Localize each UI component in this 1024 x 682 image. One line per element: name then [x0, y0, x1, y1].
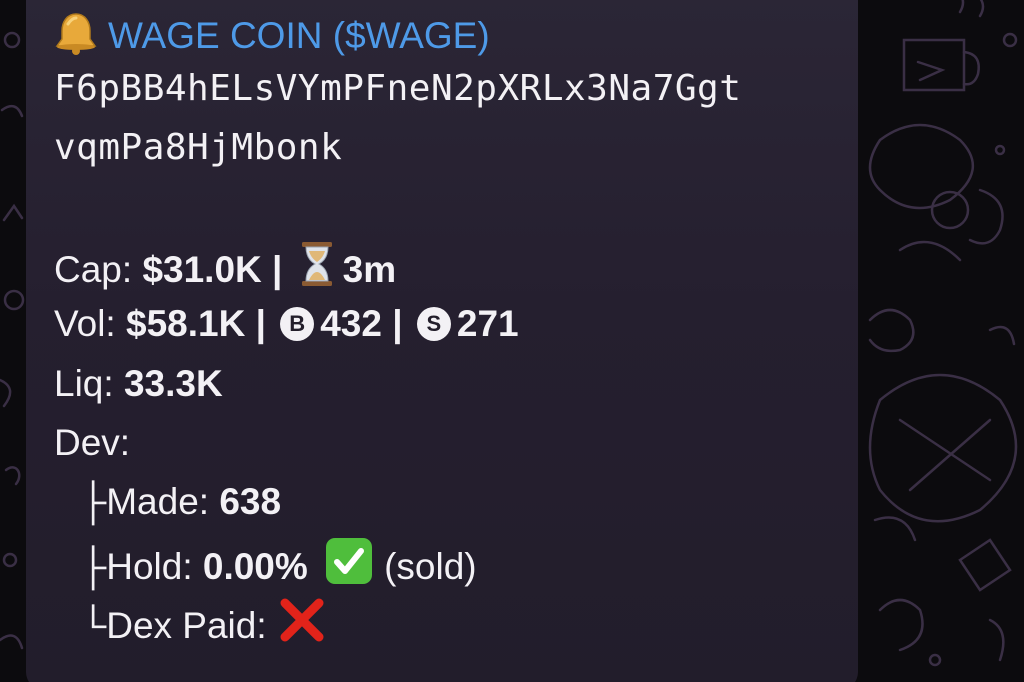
market-cap-row: Cap: $31.0K | 3m — [54, 241, 397, 300]
tree-branch: ├ — [80, 481, 107, 522]
dex-paid-label: Dex Paid: — [106, 604, 277, 646]
hold-note: (sold) — [384, 545, 477, 587]
made-value: 638 — [219, 481, 282, 522]
made-label: Made: — [106, 481, 220, 522]
tree-corner: └ — [80, 604, 107, 646]
cap-label: Cap: — [54, 248, 143, 290]
liquidity-row: Liq: 33.3K — [54, 362, 223, 406]
check-mark-icon — [324, 536, 374, 596]
buy-circle-icon: B — [280, 307, 315, 342]
chat-screen: WAGE COIN ($WAGE) F6pBB4hELsVYmPFneN2pXR… — [0, 0, 1024, 682]
volume-row: Vol: $58.1K | B 432 | S 271 — [54, 302, 519, 346]
hold-label: Hold: — [106, 545, 203, 587]
hourglass-icon — [299, 241, 335, 297]
sell-circle-icon: S — [416, 307, 451, 342]
liq-value: 33.3K — [123, 363, 223, 404]
token-title-link[interactable]: WAGE COIN ($WAGE) — [108, 15, 490, 56]
sell-count: 271 — [456, 303, 519, 344]
tree-branch: ├ — [80, 545, 107, 587]
cross-mark-icon — [277, 595, 327, 655]
token-age: 3m — [342, 248, 397, 290]
contract-address-line-1[interactable]: F6pBB4hELsVYmPFneN2pXRLx3Na7Ggt — [54, 67, 741, 111]
vol-label: Vol: — [54, 303, 126, 344]
dev-made-row: ├Made: 638 — [80, 480, 281, 524]
contract-address-line-2[interactable]: vqmPa8HjMbonk — [54, 126, 342, 170]
dev-hold-row: ├Hold: 0.00% (sold) — [80, 536, 477, 599]
liq-label: Liq: — [54, 363, 124, 404]
dex-paid-row: └Dex Paid: — [80, 598, 327, 658]
dev-heading: Dev: — [54, 422, 131, 463]
bell-icon — [54, 10, 98, 66]
buy-count: 432 | — [320, 303, 403, 344]
vol-value: $58.1K | — [126, 303, 266, 344]
cap-value: $31.0K | — [142, 248, 283, 290]
hold-value: 0.00% — [202, 545, 308, 587]
token-title-row: WAGE COIN ($WAGE) — [54, 10, 490, 66]
